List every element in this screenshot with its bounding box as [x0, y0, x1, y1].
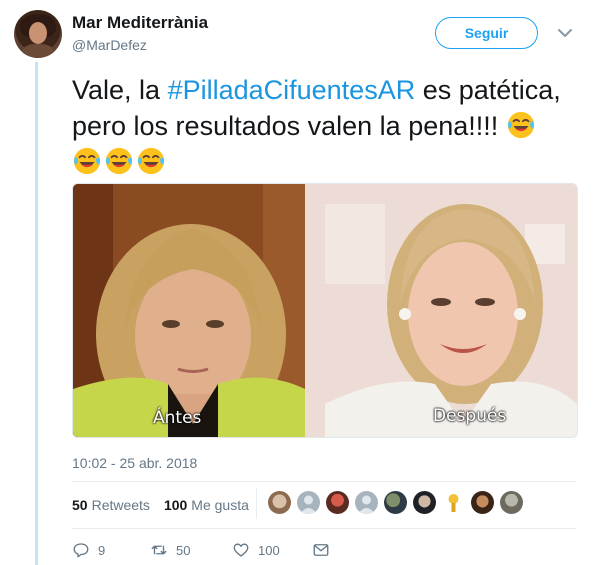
- likes-stat-count: 100: [163, 497, 188, 513]
- divider: [72, 481, 576, 482]
- emoji-tears-of-joy-icon: [72, 147, 102, 177]
- media-before-photo: Ántes: [73, 184, 305, 437]
- follow-button[interactable]: Seguir: [435, 17, 538, 49]
- user-name[interactable]: Mar Mediterrània: [72, 13, 208, 33]
- reply-icon: [73, 543, 89, 558]
- liker-avatar[interactable]: [413, 491, 436, 514]
- retweets-stat[interactable]: 50 Retweets: [72, 497, 150, 513]
- liker-avatar[interactable]: [384, 491, 407, 514]
- likes-stat[interactable]: 100 Me gusta: [164, 497, 249, 513]
- retweets-stat-label: Retweets: [91, 497, 150, 513]
- tweet-actions: 9 50 100: [72, 541, 338, 559]
- retweet-icon: [151, 545, 167, 555]
- emoji-tears-of-joy-icon: [136, 147, 166, 177]
- tweet-media-image[interactable]: Ántes Después: [72, 183, 578, 438]
- emoji-tears-of-joy-icon: [506, 111, 536, 141]
- reply-button[interactable]: 9: [72, 541, 150, 559]
- tweet-text: Vale, la #PilladaCifuentesAR es patética…: [72, 72, 582, 180]
- retweets-stat-count: 50: [72, 497, 88, 513]
- emoji-tears-of-joy-icon: [104, 147, 134, 177]
- media-caption-after: Después: [433, 406, 507, 426]
- retweet-count: 50: [176, 542, 191, 558]
- avatar[interactable]: [14, 10, 62, 58]
- tweet-text-start: Vale, la: [72, 75, 168, 105]
- heart-icon: [233, 543, 249, 557]
- liker-avatar[interactable]: [442, 491, 465, 514]
- liker-avatar[interactable]: [268, 491, 291, 514]
- reply-count: 9: [98, 542, 106, 558]
- tweet-stats: 50 Retweets 100 Me gusta: [72, 497, 249, 513]
- liker-avatar[interactable]: [297, 491, 320, 514]
- thread-line: [35, 62, 38, 565]
- retweet-button[interactable]: 50: [150, 541, 232, 559]
- chevron-down-icon[interactable]: [558, 28, 572, 38]
- liker-avatars: [268, 491, 523, 514]
- direct-message-button[interactable]: [312, 541, 338, 559]
- liker-avatar[interactable]: [500, 491, 523, 514]
- media-after-photo: Después: [305, 184, 577, 437]
- hashtag-link[interactable]: #PilladaCifuentesAR: [168, 75, 416, 105]
- liker-avatar[interactable]: [326, 491, 349, 514]
- like-button[interactable]: 100: [232, 541, 312, 559]
- liker-avatar[interactable]: [471, 491, 494, 514]
- stats-separator: [256, 488, 257, 519]
- user-handle[interactable]: @MarDefez: [72, 37, 147, 53]
- likes-stat-label: Me gusta: [191, 497, 249, 513]
- liker-avatar[interactable]: [355, 491, 378, 514]
- like-count: 100: [258, 542, 280, 558]
- divider: [72, 528, 576, 529]
- tweet-timestamp[interactable]: 10:02 - 25 abr. 2018: [72, 455, 197, 471]
- envelope-icon: [313, 544, 329, 556]
- media-caption-before: Ántes: [153, 408, 202, 428]
